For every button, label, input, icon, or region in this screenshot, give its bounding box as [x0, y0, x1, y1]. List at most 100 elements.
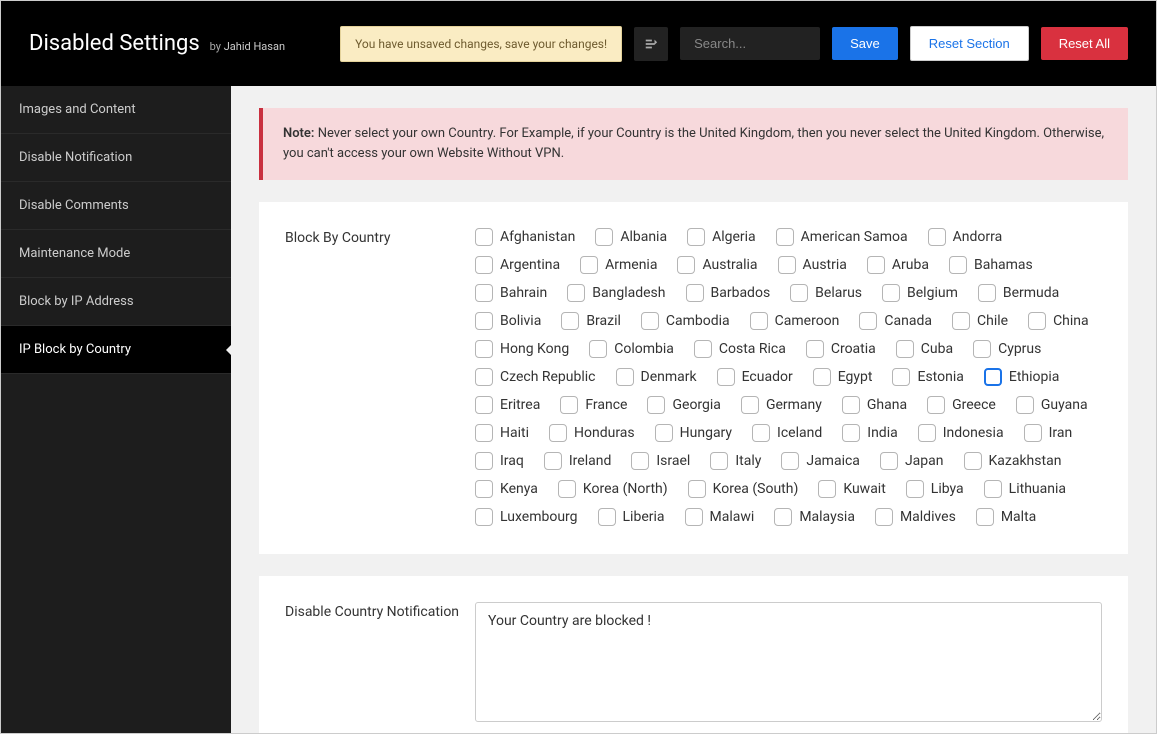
country-option[interactable]: Bangladesh	[567, 284, 665, 302]
country-option[interactable]: Denmark	[616, 368, 697, 386]
country-option[interactable]: Malawi	[685, 508, 755, 526]
country-option[interactable]: Aruba	[867, 256, 929, 274]
expand-icon-button[interactable]	[634, 27, 668, 61]
country-option[interactable]: Indonesia	[918, 424, 1004, 442]
country-option[interactable]: Malta	[976, 508, 1036, 526]
country-option[interactable]: Armenia	[580, 256, 657, 274]
country-option[interactable]: India	[842, 424, 897, 442]
sidebar-item-block-by-ip-address[interactable]: Block by IP Address	[1, 278, 231, 326]
country-label: Hong Kong	[500, 341, 569, 357]
country-option[interactable]: Ecuador	[717, 368, 793, 386]
country-label: Hungary	[680, 425, 732, 441]
country-option[interactable]: Germany	[741, 396, 822, 414]
save-button[interactable]: Save	[832, 27, 898, 60]
country-option[interactable]: Honduras	[549, 424, 635, 442]
country-option[interactable]: Estonia	[892, 368, 963, 386]
country-label: Georgia	[672, 397, 720, 413]
country-label: Australia	[702, 257, 757, 273]
country-option[interactable]: Chile	[952, 312, 1008, 330]
country-option[interactable]: France	[560, 396, 627, 414]
country-option[interactable]: Belarus	[790, 284, 862, 302]
country-option[interactable]: Italy	[710, 452, 761, 470]
country-option[interactable]: Algeria	[687, 228, 756, 246]
country-option[interactable]: Korea (North)	[558, 480, 668, 498]
country-option[interactable]: Czech Republic	[475, 368, 596, 386]
country-label: Guyana	[1041, 397, 1088, 413]
country-option[interactable]: Greece	[927, 396, 996, 414]
country-option[interactable]: Iceland	[752, 424, 822, 442]
country-option[interactable]: Iran	[1024, 424, 1073, 442]
country-option[interactable]: Malaysia	[774, 508, 855, 526]
page-subtitle: by Jahid Hasan	[210, 40, 285, 53]
country-option[interactable]: Ghana	[842, 396, 907, 414]
country-option[interactable]: Austria	[778, 256, 847, 274]
country-option[interactable]: Iraq	[475, 452, 524, 470]
search-input[interactable]	[680, 27, 820, 60]
country-option[interactable]: Israel	[631, 452, 690, 470]
country-option[interactable]: Cuba	[896, 340, 953, 358]
country-list[interactable]: Afghanistan Albania Algeria American Samoa A…	[475, 228, 1102, 528]
country-option[interactable]: Luxembourg	[475, 508, 578, 526]
country-option[interactable]: Hungary	[655, 424, 732, 442]
country-option[interactable]: Hong Kong	[475, 340, 569, 358]
country-option[interactable]: Kenya	[475, 480, 538, 498]
country-option[interactable]: Afghanistan	[475, 228, 575, 246]
country-option[interactable]: American Samoa	[776, 228, 908, 246]
country-option[interactable]: Kuwait	[818, 480, 885, 498]
country-option[interactable]: Costa Rica	[694, 340, 786, 358]
country-option[interactable]: Bahrain	[475, 284, 547, 302]
author-link[interactable]: Jahid Hasan	[224, 40, 285, 53]
country-option[interactable]: Ireland	[544, 452, 612, 470]
country-option[interactable]: Maldives	[875, 508, 956, 526]
country-label: Bermuda	[1003, 285, 1059, 301]
country-option[interactable]: Jamaica	[781, 452, 860, 470]
country-option[interactable]: Kazakhstan	[964, 452, 1062, 470]
country-label: Armenia	[605, 257, 657, 273]
reset-section-button[interactable]: Reset Section	[910, 26, 1029, 61]
country-option[interactable]: Bolivia	[475, 312, 541, 330]
sidebar-item-ip-block-by-country[interactable]: IP Block by Country	[1, 326, 231, 374]
country-option[interactable]: China	[1028, 312, 1089, 330]
country-option[interactable]: Liberia	[598, 508, 665, 526]
country-label: Chile	[977, 313, 1008, 329]
country-option[interactable]: Haiti	[475, 424, 529, 442]
country-option[interactable]: Cyprus	[973, 340, 1041, 358]
country-option[interactable]: Georgia	[647, 396, 720, 414]
country-option[interactable]: Albania	[595, 228, 667, 246]
warning-note: Note: Never select your own Country. For…	[259, 108, 1128, 180]
sidebar-item-maintenance-mode[interactable]: Maintenance Mode	[1, 230, 231, 278]
country-label: Czech Republic	[500, 369, 596, 385]
country-label: Denmark	[641, 369, 697, 385]
country-label: China	[1053, 313, 1089, 329]
country-option[interactable]: Libya	[906, 480, 964, 498]
country-label: Germany	[766, 397, 822, 413]
country-option[interactable]: Bahamas	[949, 256, 1033, 274]
country-label: India	[867, 425, 897, 441]
country-option[interactable]: Japan	[880, 452, 944, 470]
country-option[interactable]: Canada	[859, 312, 932, 330]
country-option[interactable]: Eritrea	[475, 396, 540, 414]
country-option[interactable]: Croatia	[806, 340, 876, 358]
sidebar-item-disable-comments[interactable]: Disable Comments	[1, 182, 231, 230]
country-option[interactable]: Brazil	[561, 312, 621, 330]
country-option[interactable]: Australia	[677, 256, 757, 274]
country-option[interactable]: Colombia	[589, 340, 674, 358]
country-option[interactable]: Cameroon	[750, 312, 840, 330]
country-option[interactable]: Guyana	[1016, 396, 1088, 414]
sidebar-item-images-and-content[interactable]: Images and Content	[1, 86, 231, 134]
reset-all-button[interactable]: Reset All	[1041, 27, 1128, 60]
country-option[interactable]: Belgium	[882, 284, 958, 302]
country-option[interactable]: Andorra	[928, 228, 1003, 246]
country-option[interactable]: Cambodia	[641, 312, 730, 330]
country-option[interactable]: Barbados	[686, 284, 771, 302]
notification-textarea[interactable]	[475, 602, 1102, 722]
country-option[interactable]: Argentina	[475, 256, 560, 274]
country-option[interactable]: Lithuania	[984, 480, 1066, 498]
country-option[interactable]: Ethiopia	[984, 368, 1060, 386]
country-option[interactable]: Egypt	[813, 368, 873, 386]
sidebar-item-disable-notification[interactable]: Disable Notification	[1, 134, 231, 182]
country-option[interactable]: Korea (South)	[688, 480, 799, 498]
country-option[interactable]: Bermuda	[978, 284, 1059, 302]
disable-country-notification-label: Disable Country Notification	[285, 602, 475, 620]
country-label: Estonia	[917, 369, 963, 385]
